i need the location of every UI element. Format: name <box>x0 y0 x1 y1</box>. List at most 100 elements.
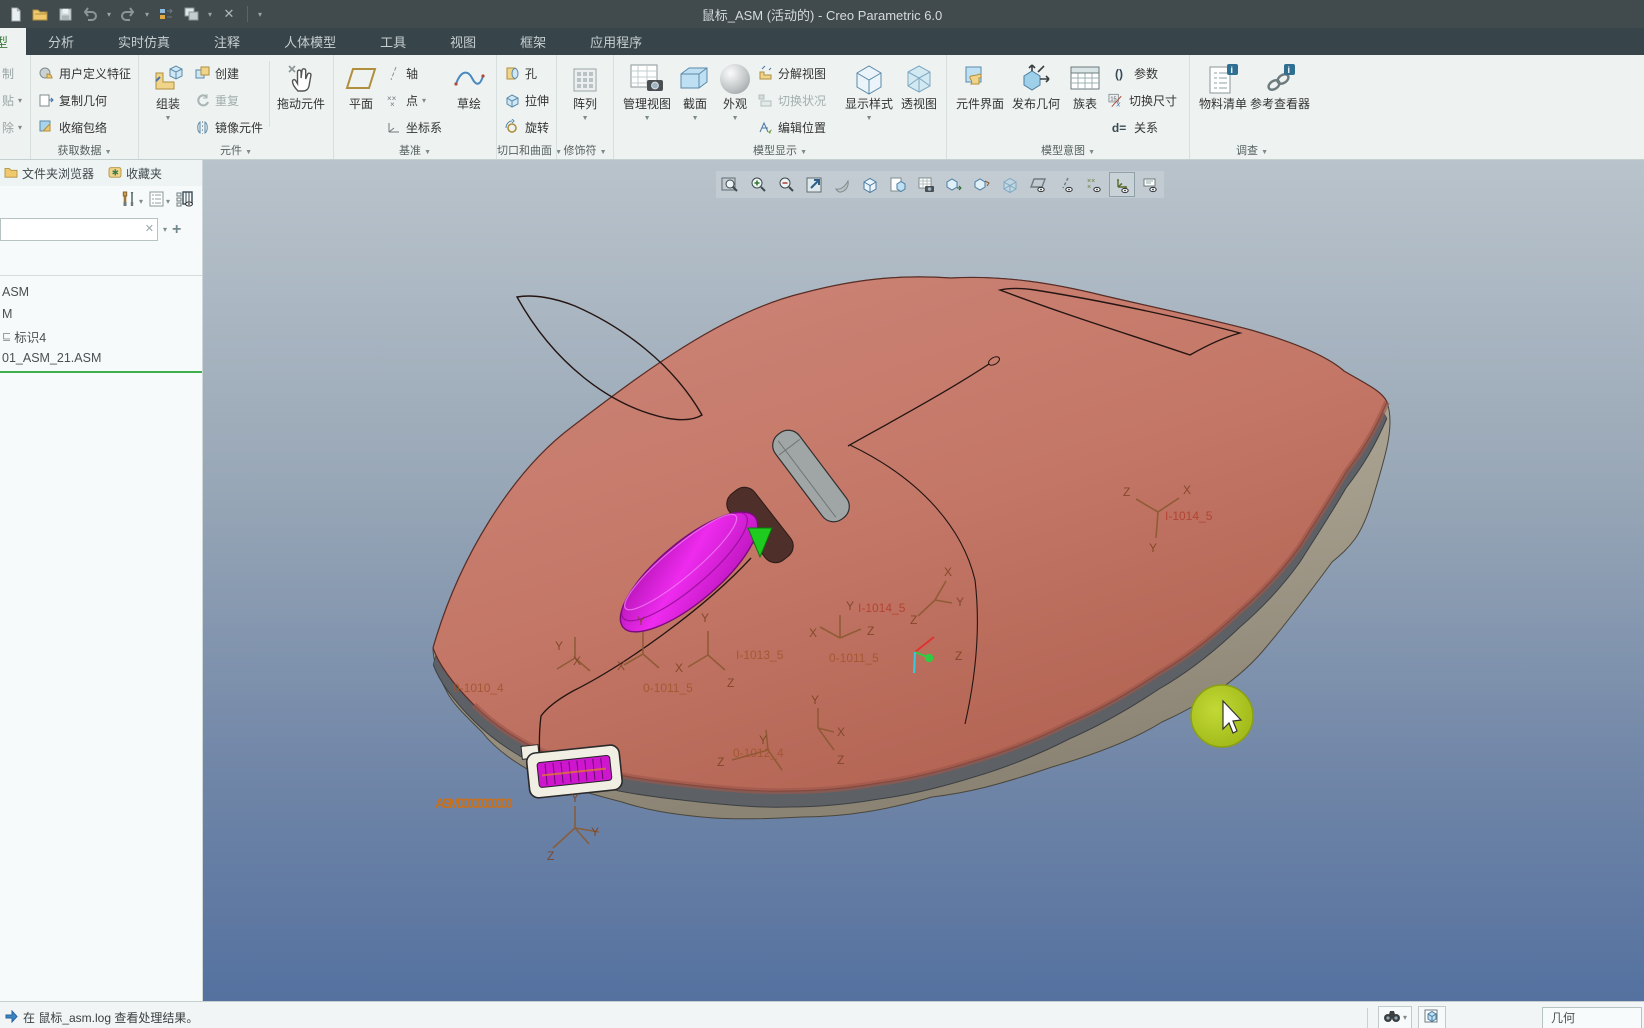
redo-icon[interactable] <box>117 3 139 25</box>
tab-annotate[interactable]: 注释 <box>192 28 262 55</box>
csys-label-1012[interactable]: 0-1012_4 <box>733 746 784 760</box>
group-label-investigate[interactable]: 调查 ▼ <box>1190 142 1314 158</box>
revolve-button[interactable]: 旋转 <box>502 114 551 141</box>
message-arrow-icon <box>5 1009 18 1026</box>
group-label-cut-surface[interactable]: 切口和曲面 ▼ <box>497 142 562 158</box>
group-modifiers: 阵列 ▼ 修饰符 ▼ <box>556 55 613 159</box>
csys-label-1014b[interactable]: I-1014_5 <box>1165 509 1213 523</box>
csys-button[interactable]: 坐标系 <box>383 114 447 141</box>
redo-dropdown-caret[interactable]: ▾ <box>142 10 152 19</box>
tab-framework[interactable]: 框架 <box>498 28 568 55</box>
exploded-view-button[interactable]: 分解视图 <box>755 60 841 87</box>
component-interface-button[interactable]: 元件界面 <box>952 57 1008 111</box>
switch-dimensions-button[interactable]: 15 x 切换尺寸 <box>1106 87 1184 114</box>
clear-filter-icon[interactable]: ✕ <box>145 222 154 235</box>
tree-item-annotation[interactable]: ⊑ 标识4 <box>0 325 202 347</box>
find-button[interactable]: ▾ <box>1377 1005 1412 1028</box>
point-button[interactable]: ×× × 点 ▾ <box>383 87 447 114</box>
pattern-button[interactable]: 阵列 ▼ <box>562 57 608 126</box>
drag-components-button[interactable]: 拖动元件 <box>274 57 328 111</box>
save-icon[interactable] <box>54 3 76 25</box>
relations-button[interactable]: d= 关系 <box>1106 114 1184 141</box>
svg-text:X: X <box>944 565 952 579</box>
tab-live-simulation[interactable]: 实时仿真 <box>96 28 192 55</box>
csys-label-1011b[interactable]: 0-1011_5 <box>829 651 879 665</box>
bom-button[interactable]: i 物料清单 <box>1195 57 1251 111</box>
filter-dropdown-caret[interactable]: ▾ <box>163 225 167 234</box>
shrinkwrap-button[interactable]: 收缩包络 <box>36 114 133 141</box>
tree-filter-input[interactable] <box>1 219 157 240</box>
display-style-button[interactable]: 显示样式 ▼ <box>841 57 897 126</box>
tab-tools[interactable]: 工具 <box>358 28 428 55</box>
group-label-model-intent[interactable]: 模型意图 ▼ <box>947 142 1189 158</box>
plane-button[interactable]: 平面 <box>339 57 383 111</box>
mouse-assembly-model[interactable]: YXZ YX YX XYZ XYZ Z Z XY YXZ YZ YYZ I-101… <box>203 160 1644 1001</box>
sections-button[interactable]: 截面 ▼ <box>675 57 715 126</box>
csys-label-asm-stack[interactable]: ASM00000000000 <box>435 795 516 811</box>
group-label-component[interactable]: 元件 ▼ <box>139 142 333 158</box>
tools-menu-button[interactable]: ▾ <box>121 191 143 212</box>
create-component-button[interactable]: 创建 <box>192 60 265 87</box>
close-window-icon[interactable]: ✕ <box>218 3 240 25</box>
publish-geometry-button[interactable]: 发布几何 <box>1008 57 1064 111</box>
undo-dropdown-caret[interactable]: ▾ <box>104 10 114 19</box>
csys-label-1010[interactable]: 0-1010_4 <box>453 681 504 695</box>
copy-button[interactable]: 制 <box>0 60 30 87</box>
perspective-button[interactable]: 透视图 <box>897 57 941 111</box>
svg-text:i: i <box>1288 65 1291 75</box>
find-caret[interactable]: ▾ <box>1403 1013 1407 1022</box>
qat-customize-caret[interactable]: ▾ <box>255 10 265 19</box>
csys-label-1013[interactable]: I-1013_5 <box>736 648 784 662</box>
svg-text:Y: Y <box>637 614 645 628</box>
selection-filter-button[interactable] <box>1418 1005 1446 1028</box>
window-views-caret[interactable]: ▾ <box>205 10 215 19</box>
delete-button[interactable]: 除 ▾ <box>0 114 30 141</box>
tab-analysis[interactable]: 分析 <box>26 28 96 55</box>
show-columns-button[interactable] <box>176 190 194 212</box>
csys-label-1011a[interactable]: 0-1011_5 <box>643 681 693 695</box>
selection-filter-combobox[interactable]: 几何 <box>1542 1006 1642 1028</box>
parameters-button[interactable]: () 参数 <box>1106 60 1184 87</box>
tab-model[interactable]: 模型 <box>0 28 27 55</box>
group-label-datum[interactable]: 基准 ▼ <box>334 142 496 158</box>
extrude-button[interactable]: 拉伸 <box>502 87 551 114</box>
group-model-intent: 元件界面 发布几何 族表 () 参数 15 x 切换尺寸 d= 关系 模型意图 ▼ <box>946 55 1189 159</box>
new-file-icon[interactable] <box>4 3 26 25</box>
mirror-component-button[interactable]: 镜像元件 <box>192 114 265 141</box>
tree-item-subassembly[interactable]: 01_ASM_21.ASM <box>0 347 202 369</box>
udf-button[interactable]: 用户定义特征 <box>36 60 133 87</box>
open-file-icon[interactable] <box>29 3 51 25</box>
group-label-modifiers[interactable]: 修饰符 ▼ <box>557 142 613 158</box>
bom-icon: i <box>1206 61 1240 97</box>
appearance-icon <box>720 61 751 97</box>
tree-item-asm-1[interactable]: ASM <box>0 281 202 303</box>
paste-button[interactable]: 贴 ▾ <box>0 87 30 114</box>
tab-manikin[interactable]: 人体模型 <box>262 28 358 55</box>
view-options-button[interactable]: ▾ <box>149 191 170 212</box>
hole-button[interactable]: 孔 <box>502 60 551 87</box>
csys-label-1014a[interactable]: I-1014_5 <box>858 601 906 615</box>
axis-button[interactable]: 轴 <box>383 60 447 87</box>
undo-icon[interactable] <box>79 3 101 25</box>
tree-item-asm-2[interactable]: M <box>0 303 202 325</box>
copy-geometry-button[interactable]: 复制几何 <box>36 87 133 114</box>
favorites-tab[interactable]: ✱ 收藏夹 <box>108 165 162 182</box>
tab-applications[interactable]: 应用程序 <box>568 28 664 55</box>
regenerate-icon[interactable] <box>155 3 177 25</box>
graphics-viewport[interactable]: ×× × Y X Z Y X Y X X Y Z X Y Z Z Z X Y Y… <box>203 160 1644 1001</box>
manage-views-button[interactable]: 管理视图 ▼ <box>619 57 675 126</box>
family-table-button[interactable]: 族表 <box>1064 57 1106 111</box>
add-filter-button[interactable]: + <box>172 221 181 239</box>
sketch-button[interactable]: 草绘 <box>447 57 491 111</box>
window-views-icon[interactable] <box>180 3 202 25</box>
reference-viewer-button[interactable]: i 参考查看器 <box>1250 57 1310 111</box>
edit-position-button[interactable]: 编辑位置 <box>755 114 841 141</box>
appearance-button[interactable]: 外观 ▼ <box>715 57 755 126</box>
mouse-body[interactable] <box>432 276 1391 820</box>
folder-browser-tab[interactable]: 文件夹浏览器 <box>4 165 94 182</box>
group-label-model-display[interactable]: 模型显示 ▼ <box>614 142 946 158</box>
tab-view[interactable]: 视图 <box>428 28 498 55</box>
assemble-button[interactable]: 组装 ▼ <box>144 57 192 126</box>
udf-icon <box>38 65 55 82</box>
group-label-get-data[interactable]: 获取数据 ▼ <box>31 142 138 158</box>
